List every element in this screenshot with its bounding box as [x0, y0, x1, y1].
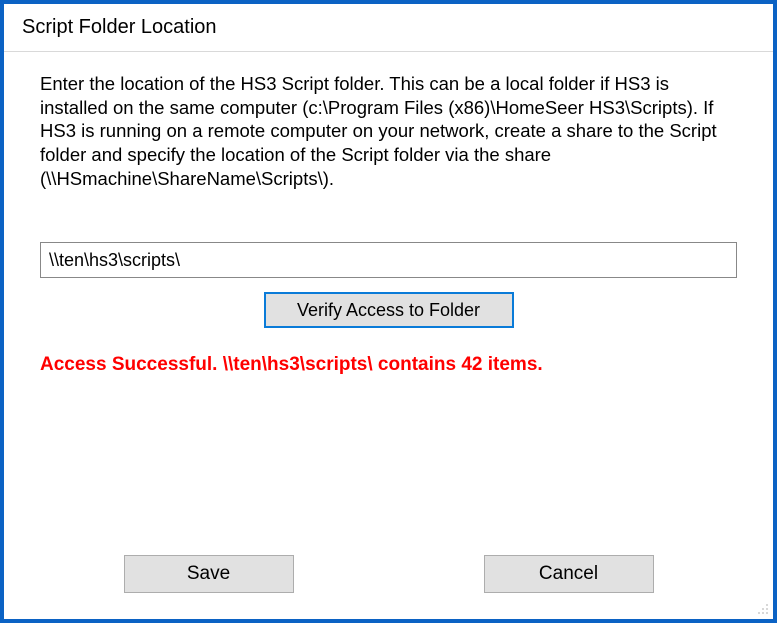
dialog-title: Script Folder Location — [22, 16, 755, 39]
script-folder-path-input[interactable] — [40, 242, 737, 278]
dialog-content: Enter the location of the HS3 Script fol… — [4, 52, 773, 376]
verify-access-button[interactable]: Verify Access to Folder — [264, 292, 514, 328]
instructions-text: Enter the location of the HS3 Script fol… — [40, 72, 737, 190]
resize-grip-icon — [755, 601, 769, 615]
title-bar: Script Folder Location — [4, 4, 773, 45]
dialog-button-row: Save Cancel — [4, 555, 773, 593]
verify-row: Verify Access to Folder — [40, 292, 737, 328]
status-message: Access Successful. \\ten\hs3\scripts\ co… — [40, 354, 737, 376]
cancel-button[interactable]: Cancel — [484, 555, 654, 593]
save-button[interactable]: Save — [124, 555, 294, 593]
dialog-window: Script Folder Location Enter the locatio… — [0, 0, 777, 623]
